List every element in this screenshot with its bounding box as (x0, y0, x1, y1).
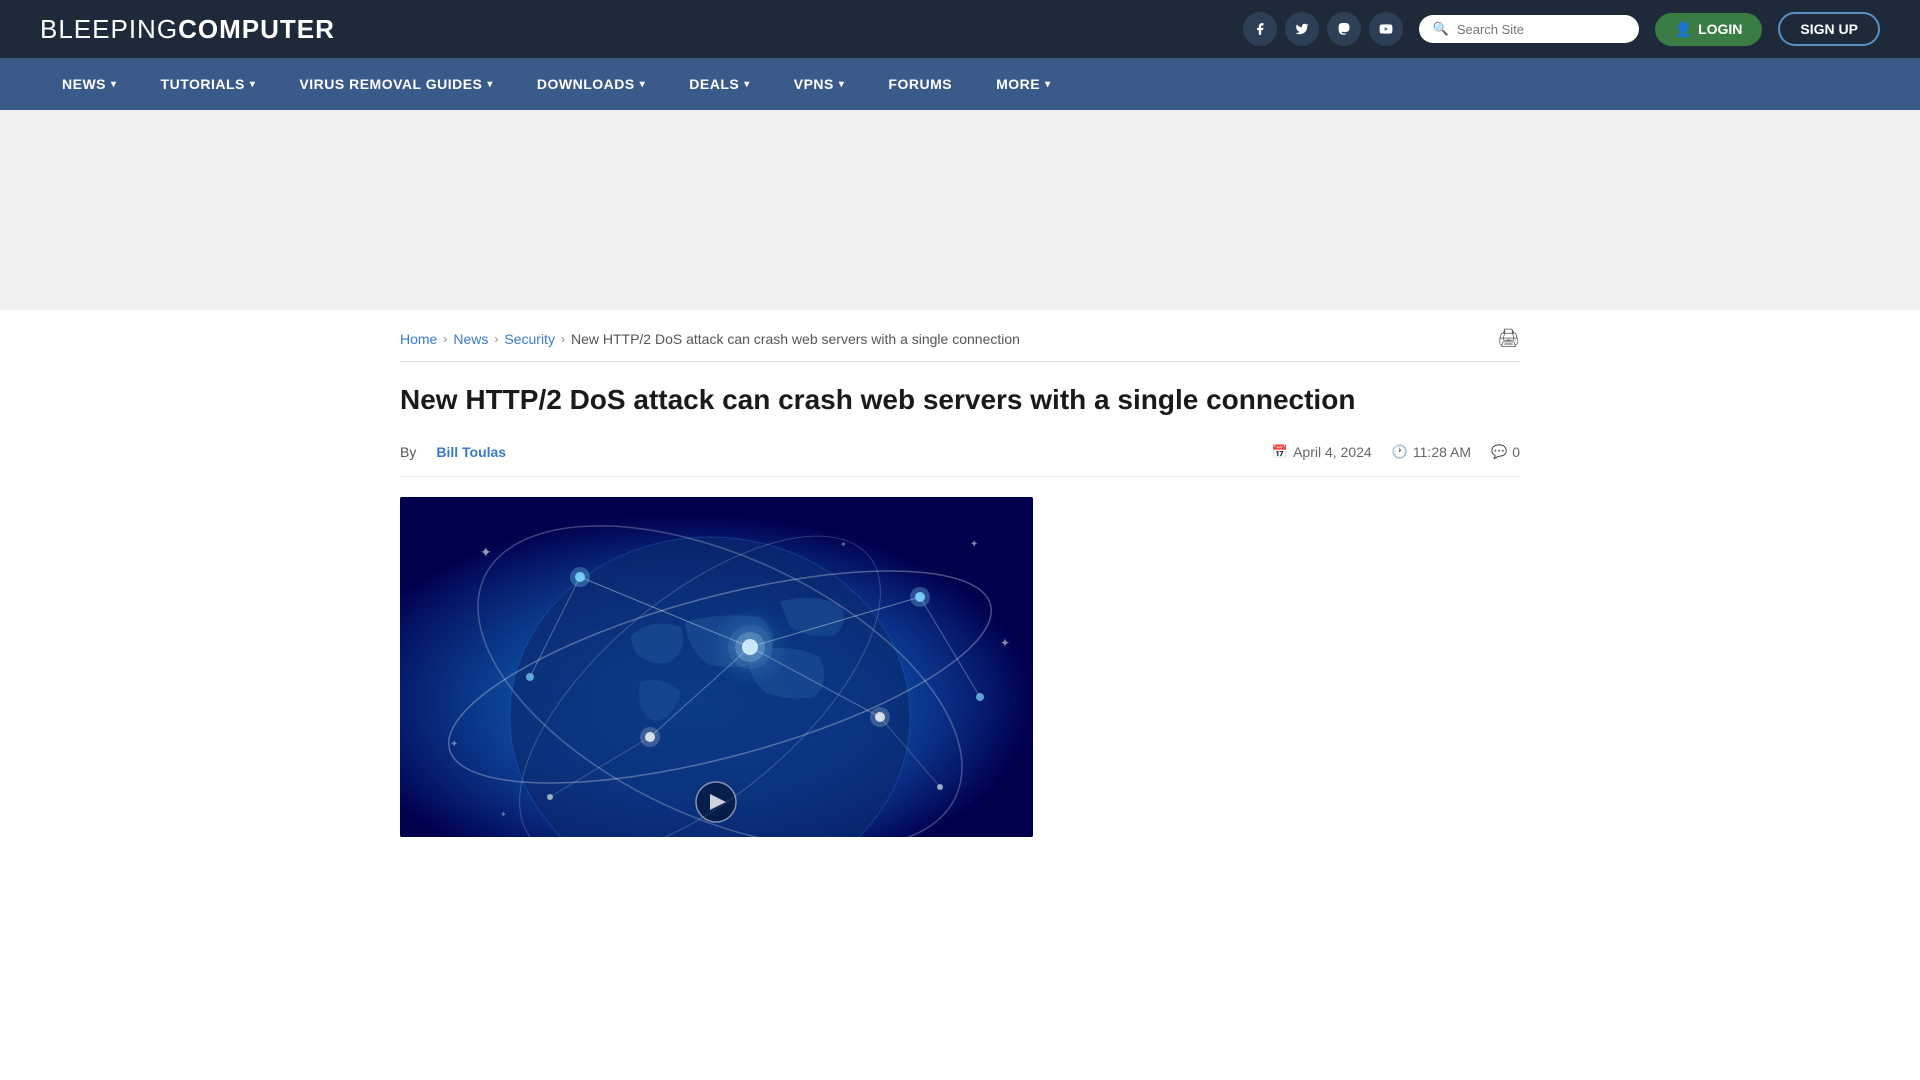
breadcrumb-news[interactable]: News (453, 331, 488, 347)
byline-meta: 📅 April 4, 2024 🕐 11:28 AM 💬 0 (1272, 444, 1520, 460)
nav-news-chevron: ▾ (111, 79, 117, 90)
nav-more-chevron: ▾ (1045, 79, 1051, 90)
search-box: 🔍 (1419, 15, 1639, 43)
svg-text:✦: ✦ (480, 544, 492, 560)
breadcrumb-home[interactable]: Home (400, 331, 437, 347)
byline-author[interactable]: Bill Toulas (436, 444, 506, 460)
breadcrumb-current: New HTTP/2 DoS attack can crash web serv… (571, 331, 1020, 347)
breadcrumb: Home › News › Security › New HTTP/2 DoS … (400, 310, 1520, 362)
article-title: New HTTP/2 DoS attack can crash web serv… (400, 382, 1520, 418)
nav-downloads-chevron: ▾ (640, 79, 646, 90)
sidebar-area (1073, 497, 1520, 837)
login-button[interactable]: 👤 LOGIN (1655, 13, 1763, 46)
byline: By Bill Toulas 📅 April 4, 2024 🕐 11:28 A… (400, 434, 1520, 477)
svg-text:✦: ✦ (500, 810, 507, 819)
nav-item-news[interactable]: NEWS ▾ (40, 58, 139, 110)
nav-item-more[interactable]: MORE ▾ (974, 58, 1073, 110)
logo-light: BLEEPING (40, 14, 178, 44)
search-input[interactable] (1457, 22, 1625, 37)
site-header: BLEEPINGCOMPUTER 🔍 👤 LOGIN SIGN UP (0, 0, 1920, 58)
content-wrapper: Home › News › Security › New HTTP/2 DoS … (360, 310, 1560, 837)
article-time: 11:28 AM (1413, 444, 1471, 460)
byline-by-label: By (400, 444, 416, 460)
print-icon[interactable]: 🖨 (1497, 328, 1520, 349)
nav-item-tutorials[interactable]: TUTORIALS ▾ (139, 58, 278, 110)
facebook-icon[interactable] (1243, 12, 1277, 46)
logo-bold: COMPUTER (178, 14, 335, 44)
nav-tutorials-chevron: ▾ (250, 79, 256, 90)
breadcrumb-security[interactable]: Security (504, 331, 555, 347)
site-logo[interactable]: BLEEPINGCOMPUTER (40, 14, 335, 45)
nav-vpns-chevron: ▾ (839, 79, 845, 90)
mastodon-icon[interactable] (1327, 12, 1361, 46)
main-content: ✦ ✦ ✦ ✦ ✦ ✦ ✦ (400, 497, 1520, 837)
advertisement-banner (0, 110, 1920, 310)
breadcrumb-left: Home › News › Security › New HTTP/2 DoS … (400, 331, 1020, 347)
user-icon: 👤 (1675, 21, 1692, 38)
nav-item-deals[interactable]: DEALS ▾ (667, 58, 771, 110)
signup-button[interactable]: SIGN UP (1778, 12, 1880, 46)
search-icon: 🔍 (1433, 21, 1449, 37)
byline-comments: 💬 0 (1491, 444, 1520, 460)
hero-image: ✦ ✦ ✦ ✦ ✦ ✦ ✦ (400, 497, 1033, 837)
social-icons (1243, 12, 1403, 46)
svg-text:✦: ✦ (1000, 636, 1010, 650)
twitter-icon[interactable] (1285, 12, 1319, 46)
nav-item-forums[interactable]: FORUMS (866, 58, 974, 110)
byline-time: 🕐 11:28 AM (1392, 444, 1471, 460)
article-date: April 4, 2024 (1293, 444, 1372, 460)
comments-count: 0 (1512, 444, 1520, 460)
main-nav: NEWS ▾ TUTORIALS ▾ VIRUS REMOVAL GUIDES … (0, 58, 1920, 110)
nav-deals-chevron: ▾ (744, 79, 750, 90)
nav-virus-chevron: ▾ (487, 79, 493, 90)
breadcrumb-sep-2: › (494, 332, 498, 346)
article-area: ✦ ✦ ✦ ✦ ✦ ✦ ✦ (400, 497, 1033, 837)
byline-date: 📅 April 4, 2024 (1272, 444, 1372, 460)
nav-item-virus[interactable]: VIRUS REMOVAL GUIDES ▾ (277, 58, 514, 110)
youtube-icon[interactable] (1369, 12, 1403, 46)
breadcrumb-sep-3: › (561, 332, 565, 346)
breadcrumb-sep-1: › (443, 332, 447, 346)
svg-text:✦: ✦ (970, 539, 978, 550)
clock-icon: 🕐 (1392, 444, 1408, 460)
calendar-icon: 📅 (1272, 444, 1288, 460)
svg-text:✦: ✦ (450, 739, 458, 750)
nav-item-downloads[interactable]: DOWNLOADS ▾ (515, 58, 667, 110)
header-right: 🔍 👤 LOGIN SIGN UP (1243, 12, 1880, 46)
svg-text:✦: ✦ (840, 540, 847, 549)
comment-icon: 💬 (1491, 444, 1507, 460)
nav-item-vpns[interactable]: VPNS ▾ (772, 58, 867, 110)
